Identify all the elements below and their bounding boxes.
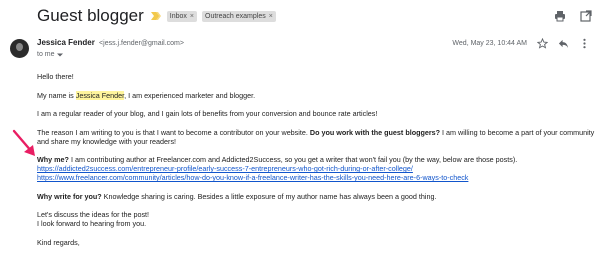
more-options-icon[interactable] xyxy=(579,38,590,49)
label-chip-outreach[interactable]: Outreach examples × xyxy=(202,10,276,22)
reply-icon[interactable] xyxy=(558,38,569,49)
reason-text: The reason I am writing to you is that I… xyxy=(37,127,310,137)
email-subject: Guest blogger xyxy=(37,6,144,25)
star-icon[interactable] xyxy=(536,37,549,49)
email-body: Hello there! My name is Jessica Fender, … xyxy=(37,72,597,247)
label-text: Outreach examples xyxy=(205,12,266,20)
print-icon[interactable] xyxy=(554,9,566,22)
avatar[interactable] xyxy=(10,39,29,58)
message-meta: Wed, May 23, 10:44 AM xyxy=(452,37,590,49)
sender-name[interactable]: Jessica Fender xyxy=(37,38,95,47)
label-text: Inbox xyxy=(169,12,187,20)
reason-paragraph-line2: and share my knowledge with your readers… xyxy=(37,136,177,146)
regards-line: Kind regards, xyxy=(37,237,80,247)
intro-text: My name is xyxy=(37,90,76,100)
top-actions xyxy=(554,9,592,22)
intro-text-end: , I am experienced marketer and blogger. xyxy=(124,90,256,100)
whywrite-text: Knowledge sharing is caring. Besides a l… xyxy=(101,191,437,201)
greeting: Hello there! xyxy=(37,72,74,81)
reason-question: Do you work with the guest bloggers? xyxy=(309,127,441,137)
whywrite-heading: Why write for you? xyxy=(37,191,102,201)
discuss-line: Let's discuss the ideas for the post! xyxy=(37,210,150,219)
whywrite-paragraph: Why write for you? Knowledge sharing is … xyxy=(37,192,597,201)
reason-text-end: I am willing to become a part of your co… xyxy=(440,127,595,137)
importance-marker-icon[interactable] xyxy=(150,10,162,22)
sender-email: <jess.j.fender@gmail.com> xyxy=(99,40,184,47)
recipient-line[interactable]: to me xyxy=(37,51,63,58)
sender-info: Jessica Fender <jess.j.fender@gmail.com> xyxy=(37,38,184,49)
link-addicted2success[interactable]: https://addicted2success.com/entrepreneu… xyxy=(37,164,413,173)
recipient-text: to me xyxy=(37,51,55,58)
whyme-paragraph: Why me? I am contributing author at Free… xyxy=(37,155,597,164)
label-remove-icon[interactable]: × xyxy=(190,12,194,21)
reader-paragraph: I am a regular reader of your blog, and … xyxy=(37,109,378,118)
highlighted-name: Jessica Fender xyxy=(75,90,125,100)
forward-line: I look forward to hearing from you. xyxy=(37,219,147,228)
pink-arrow-icon xyxy=(12,129,35,156)
open-in-new-window-icon[interactable] xyxy=(580,9,592,22)
label-remove-icon[interactable]: × xyxy=(269,12,273,21)
reason-paragraph: The reason I am writing to you is that I… xyxy=(37,128,597,137)
link-freelancer[interactable]: https://www.freelancer.com/community/art… xyxy=(37,173,468,182)
subject-row: Guest blogger Inbox × Outreach examples … xyxy=(37,6,276,26)
label-chip-inbox[interactable]: Inbox × xyxy=(166,10,198,22)
whyme-heading: Why me? xyxy=(37,155,69,164)
chevron-down-icon xyxy=(56,53,63,56)
intro-paragraph: My name is Jessica Fender, I am experien… xyxy=(37,90,597,100)
whyme-text: I am contributing author at Freelancer.c… xyxy=(68,155,518,164)
message-date: Wed, May 23, 10:44 AM xyxy=(452,40,527,47)
